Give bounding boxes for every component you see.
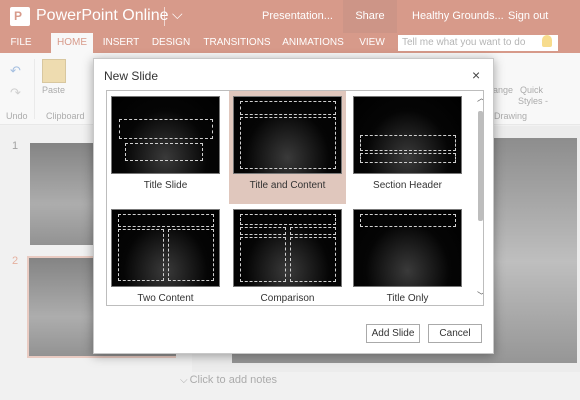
layout-thumbnail: [111, 209, 220, 287]
gallery-scrollbar[interactable]: ︿ ﹀: [477, 91, 483, 305]
new-slide-dialog: New Slide × Title Slide Title and Conten…: [93, 58, 494, 354]
layout-thumbnail: [353, 96, 462, 174]
layout-two-content[interactable]: Two Content: [107, 204, 224, 305]
right-heading-placeholder: [290, 227, 336, 235]
left-content-placeholder: [240, 237, 286, 282]
layout-thumbnail: [233, 96, 342, 174]
layout-title-only[interactable]: Title Only: [349, 204, 466, 305]
title-placeholder: [240, 101, 336, 115]
add-slide-button[interactable]: Add Slide: [366, 324, 420, 343]
layout-gallery: Title Slide Title and Content Section He…: [106, 90, 484, 306]
title-placeholder: [118, 214, 214, 227]
layout-title-and-content[interactable]: Title and Content: [229, 91, 346, 204]
dialog-title: New Slide: [104, 69, 159, 83]
layout-thumbnail: [111, 96, 220, 174]
right-content-placeholder: [168, 229, 214, 281]
cancel-button[interactable]: Cancel: [428, 324, 482, 343]
layout-comparison[interactable]: Comparison: [229, 204, 346, 305]
layout-label: Two Content: [137, 293, 194, 304]
title-placeholder: [360, 135, 456, 151]
title-placeholder: [360, 214, 456, 227]
layout-thumbnail: [353, 209, 462, 287]
content-placeholder: [240, 117, 336, 169]
right-content-placeholder: [290, 237, 336, 282]
left-heading-placeholder: [240, 227, 286, 235]
scrollbar-thumb[interactable]: [478, 111, 483, 221]
close-icon[interactable]: ×: [472, 67, 480, 83]
layout-label: Section Header: [373, 180, 442, 191]
layout-label: Title Slide: [143, 180, 188, 191]
layout-label: Title and Content: [249, 180, 326, 191]
layout-section-header[interactable]: Section Header: [349, 91, 466, 204]
chevron-down-icon[interactable]: ﹀: [477, 291, 483, 301]
title-placeholder: [119, 119, 213, 139]
layout-thumbnail: [233, 209, 342, 287]
title-placeholder: [240, 214, 336, 225]
layout-label: Title Only: [386, 293, 429, 304]
left-content-placeholder: [118, 229, 164, 281]
text-placeholder: [360, 153, 456, 163]
subtitle-placeholder: [125, 143, 203, 161]
layout-title-slide[interactable]: Title Slide: [107, 91, 224, 204]
chevron-up-icon[interactable]: ︿: [477, 93, 483, 103]
layout-label: Comparison: [260, 293, 315, 304]
